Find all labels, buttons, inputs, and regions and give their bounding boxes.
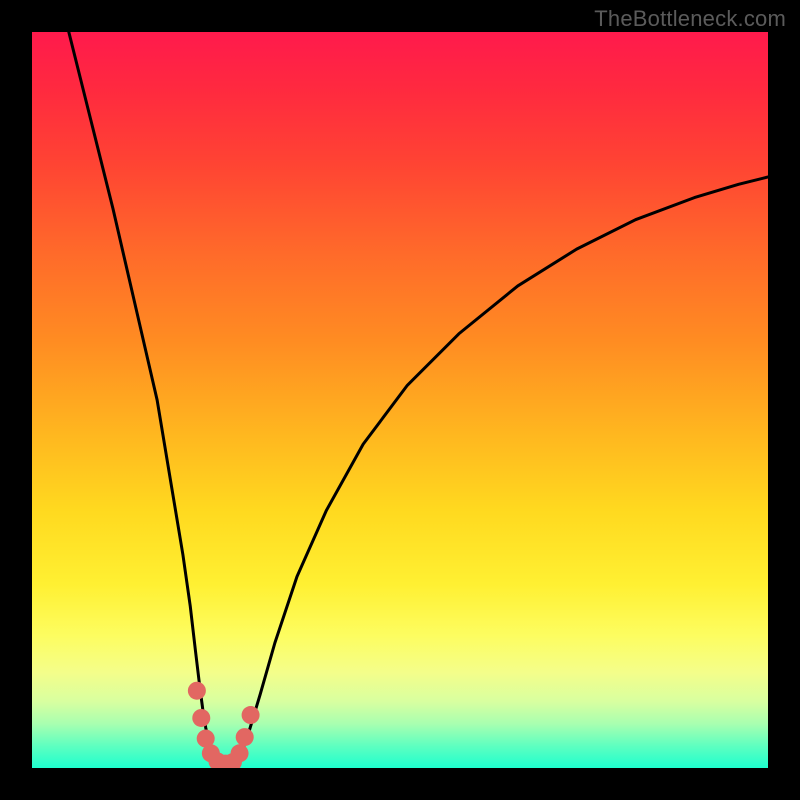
watermark-text: TheBottleneck.com [594, 6, 786, 32]
data-dot [231, 744, 249, 762]
data-dot [188, 682, 206, 700]
data-dot [236, 728, 254, 746]
data-dot [242, 706, 260, 724]
curve-path [69, 32, 768, 764]
chart-frame: TheBottleneck.com [0, 0, 800, 800]
bottleneck-curve [32, 32, 768, 768]
plot-area [32, 32, 768, 768]
data-dot [192, 709, 210, 727]
